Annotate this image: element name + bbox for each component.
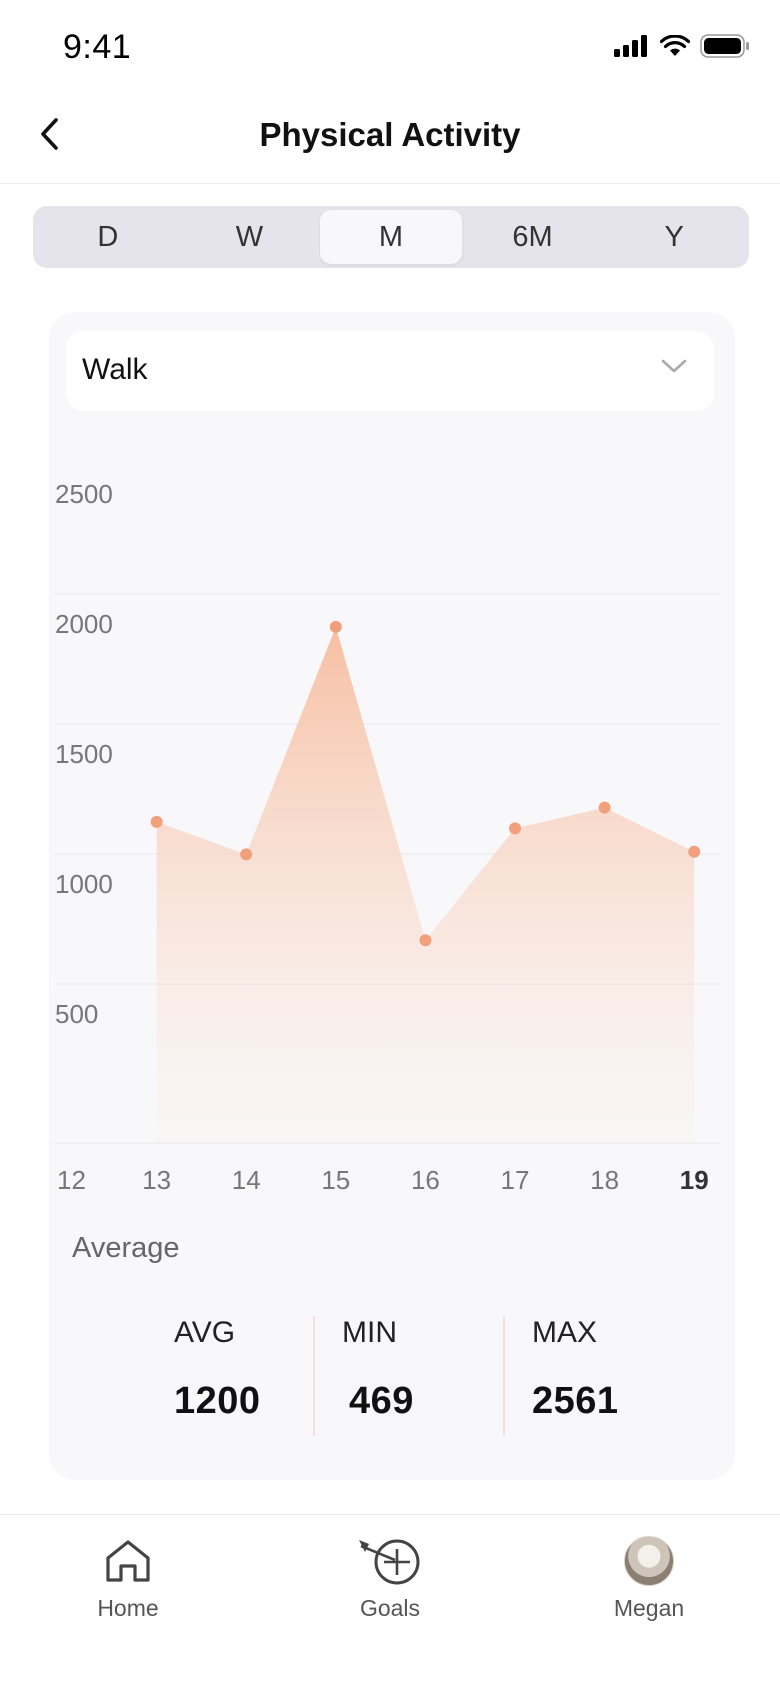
- range-tab-week[interactable]: W: [179, 210, 321, 264]
- stat-avg-label: AVG: [174, 1316, 236, 1349]
- stat-min-label: MIN: [342, 1316, 397, 1349]
- activity-type-select[interactable]: Walk: [66, 331, 714, 411]
- signal-icon: [614, 35, 647, 57]
- wifi-icon: [660, 35, 690, 56]
- range-tab-day[interactable]: D: [37, 210, 179, 264]
- stat-avg: AVG 1200: [174, 1316, 261, 1423]
- status-icons: [614, 34, 750, 58]
- activity-type-value: Walk: [82, 353, 148, 386]
- time-range-segmented-control: D W M 6M Y: [33, 206, 749, 268]
- tab-goals[interactable]: Goals: [310, 1533, 470, 1622]
- avatar: [624, 1536, 674, 1586]
- home-icon: [106, 1540, 150, 1582]
- tab-profile[interactable]: Megan: [569, 1533, 729, 1622]
- nav-header: Physical Activity: [0, 90, 780, 184]
- status-time: 9:41: [63, 28, 132, 66]
- stats-title: Average: [72, 1232, 180, 1264]
- page-title: Physical Activity: [259, 116, 521, 153]
- battery-icon: [700, 34, 749, 58]
- stat-max-value: 2561: [532, 1380, 619, 1422]
- stat-divider: [503, 1316, 505, 1436]
- stat-avg-value: 1200: [174, 1380, 261, 1422]
- tab-home-label: Home: [97, 1595, 159, 1621]
- stat-max: MAX 2561: [532, 1316, 619, 1423]
- range-tab-month[interactable]: M: [320, 210, 462, 264]
- range-tab-6-months[interactable]: 6M: [462, 210, 604, 264]
- range-tab-year[interactable]: Y: [603, 210, 745, 264]
- chevron-down-icon: [661, 359, 687, 373]
- tab-home[interactable]: Home: [48, 1533, 208, 1622]
- activity-card: Walk: [49, 312, 735, 1480]
- tab-bar: Home Goals Megan: [0, 1514, 780, 1689]
- stat-min: MIN 469: [342, 1316, 414, 1423]
- stat-divider: [313, 1316, 315, 1436]
- target-icon: [359, 1539, 420, 1585]
- status-bar: 9:41: [0, 0, 780, 90]
- tab-goals-label: Goals: [359, 1595, 421, 1621]
- stat-min-value: 469: [349, 1380, 414, 1422]
- tab-profile-label: Megan: [613, 1595, 685, 1621]
- stat-max-label: MAX: [532, 1316, 598, 1349]
